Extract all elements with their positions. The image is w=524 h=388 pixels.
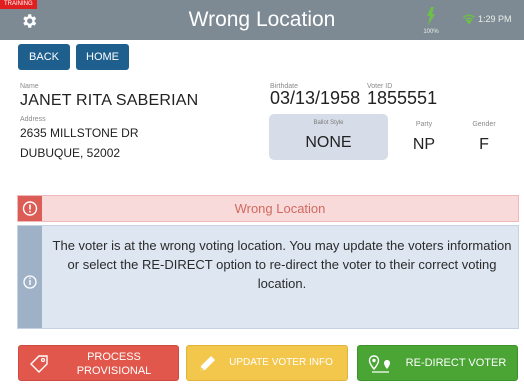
top-bar: TRAINING Wrong Location 100% 1:29 PM (0, 0, 524, 40)
pencil-icon (200, 356, 215, 371)
back-button[interactable]: BACK (18, 44, 70, 70)
alert-title: Wrong Location (234, 201, 326, 216)
clock: 1:29 PM (478, 14, 512, 24)
redirect-voter-button[interactable]: RE-DIRECT VOTER (357, 345, 518, 381)
info-message: The voter is at the wrong voting locatio… (52, 238, 512, 291)
gender-label: Gender (472, 121, 496, 128)
wifi-icon (463, 14, 475, 25)
alert-icon (22, 201, 38, 216)
alert-icon-area (18, 196, 42, 221)
process-provisional-line2: PROVISIONAL (76, 365, 152, 377)
redirect-voter-label: RE-DIRECT VOTER (405, 357, 507, 369)
info-message-box: The voter is at the wrong voting locatio… (17, 225, 519, 329)
tag-icon (30, 355, 48, 373)
update-voter-info-button[interactable]: UPDATE VOTER INFO (186, 345, 348, 381)
home-button[interactable]: HOME (76, 44, 129, 70)
update-voter-info-label: UPDATE VOTER INFO (229, 357, 333, 368)
battery-icon (427, 7, 435, 26)
gender-value: F (479, 136, 489, 153)
party-value: NP (412, 136, 436, 153)
ballot-style-box: Ballot Style NONE (269, 114, 388, 160)
process-provisional-line1: PROCESS (87, 351, 141, 363)
address-line2: DUBUQUE, 52002 (20, 146, 121, 160)
voter-name: JANET RITA SABERIAN (20, 92, 199, 109)
battery-percent: 100% (423, 29, 439, 35)
birthdate-value: 03/13/1958 (270, 88, 361, 108)
info-icon-area (18, 226, 42, 328)
page-title: Wrong Location (188, 8, 336, 31)
ballot-style-label: Ballot Style (313, 120, 344, 126)
address-line1: 2635 MILLSTONE DR (20, 126, 139, 140)
address-label: Address (20, 116, 46, 123)
alert-header: Wrong Location (17, 195, 519, 222)
process-provisional-label: PROCESS PROVISIONAL (59, 350, 169, 378)
voter-id-value: 1855551 (367, 88, 438, 108)
info-icon (23, 275, 37, 289)
ballot-style-value: NONE (305, 134, 352, 151)
process-provisional-button[interactable]: PROCESS PROVISIONAL (18, 345, 179, 381)
name-label: Name (20, 83, 39, 90)
location-pins-icon (368, 355, 390, 373)
party-label: Party (415, 121, 433, 128)
